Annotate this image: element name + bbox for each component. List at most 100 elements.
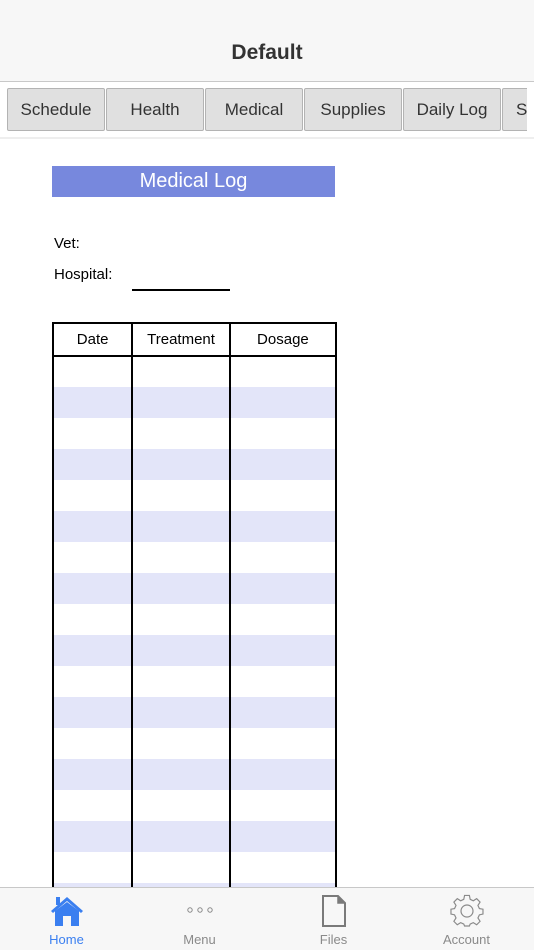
table-row[interactable] [51,542,338,573]
table-row[interactable] [51,821,338,852]
hospital-label: Hospital: [54,266,113,283]
date-cell[interactable] [51,542,134,573]
dosage-cell[interactable] [228,821,338,852]
table-header-row: Date Treatment Dosage [51,322,338,357]
hospital-field[interactable] [132,289,230,291]
dosage-cell[interactable] [228,759,338,790]
treatment-cell[interactable] [131,449,231,480]
treatment-cell[interactable] [131,418,231,449]
date-cell[interactable] [51,728,134,759]
table-row[interactable] [51,573,338,604]
treatment-cell[interactable] [131,480,231,511]
date-cell[interactable] [51,790,134,821]
date-cell[interactable] [51,480,134,511]
date-cell[interactable] [51,759,134,790]
treatment-cell[interactable] [131,356,231,387]
date-cell[interactable] [51,697,134,728]
dosage-cell[interactable] [228,604,338,635]
dosage-cell[interactable] [228,728,338,759]
table-row[interactable] [51,480,338,511]
treatment-cell[interactable] [131,759,231,790]
tab-schedule[interactable]: Schedule [7,88,105,131]
date-cell[interactable] [51,852,134,883]
treatment-cell[interactable] [131,821,231,852]
medical-log-title: Medical Log [52,166,335,197]
date-cell[interactable] [51,449,134,480]
table-row[interactable] [51,852,338,883]
bottom-tab-account[interactable]: Account [400,888,533,951]
table-row[interactable] [51,511,338,542]
medical-log-page[interactable]: Medical Log Vet: Hospital: Date Treatmen… [0,141,534,887]
gear-icon [449,894,484,927]
tab-sy-truncated[interactable]: Sy [502,88,527,131]
table-row[interactable] [51,449,338,480]
table-row[interactable] [51,697,338,728]
section-tabs[interactable]: Schedule Health Medical Supplies Daily L… [0,83,534,139]
bottom-tab-menu-label: Menu [183,932,216,947]
dosage-cell[interactable] [228,542,338,573]
treatment-cell[interactable] [131,790,231,821]
dosage-cell[interactable] [228,356,338,387]
date-cell[interactable] [51,635,134,666]
treatment-cell[interactable] [131,387,231,418]
tab-daily-log[interactable]: Daily Log [403,88,501,131]
bottom-tab-menu[interactable]: Menu [133,888,266,951]
treatment-cell[interactable] [131,573,231,604]
column-header-dosage: Dosage [228,322,338,357]
bottom-tab-files-label: Files [319,932,348,947]
treatment-cell[interactable] [131,511,231,542]
table-row[interactable] [51,356,338,387]
treatment-cell[interactable] [131,635,231,666]
dosage-cell[interactable] [228,511,338,542]
dosage-cell[interactable] [228,635,338,666]
file-icon [321,895,346,927]
dosage-cell[interactable] [228,387,338,418]
treatment-cell[interactable] [131,604,231,635]
dosage-cell[interactable] [228,697,338,728]
dosage-cell[interactable] [228,418,338,449]
table-row[interactable] [51,790,338,821]
tab-supplies[interactable]: Supplies [304,88,402,131]
treatment-cell[interactable] [131,697,231,728]
bottom-tab-account-label: Account [443,932,490,947]
bottom-tab-files[interactable]: Files [267,888,400,951]
dosage-cell[interactable] [228,449,338,480]
date-cell[interactable] [51,604,134,635]
home-icon [50,897,83,926]
table-row[interactable] [51,635,338,666]
column-header-date: Date [51,322,134,357]
table-row[interactable] [51,728,338,759]
section-tabs-scroller[interactable]: Schedule Health Medical Supplies Daily L… [7,88,527,132]
page-title: Default [231,41,303,64]
dosage-cell[interactable] [228,790,338,821]
dosage-cell[interactable] [228,666,338,697]
vet-label: Vet: [54,235,80,252]
date-cell[interactable] [51,666,134,697]
table-row[interactable] [51,418,338,449]
date-cell[interactable] [51,821,134,852]
date-cell[interactable] [51,356,134,387]
treatment-cell[interactable] [131,728,231,759]
medical-log-table: Date Treatment Dosage [51,322,338,887]
date-cell[interactable] [51,418,134,449]
more-dots-icon [186,907,213,913]
bottom-tab-home[interactable]: Home [0,888,133,951]
dosage-cell[interactable] [228,480,338,511]
navigation-bar: Default [0,0,534,82]
treatment-cell[interactable] [131,542,231,573]
dosage-cell[interactable] [228,852,338,883]
table-row[interactable] [51,604,338,635]
treatment-cell[interactable] [131,852,231,883]
tab-health[interactable]: Health [106,88,204,131]
bottom-tab-home-label: Home [49,932,84,947]
date-cell[interactable] [51,387,134,418]
table-row[interactable] [51,759,338,790]
table-row[interactable] [51,387,338,418]
date-cell[interactable] [51,511,134,542]
bottom-tab-bar: Home Menu Files Account [0,887,534,950]
table-row[interactable] [51,666,338,697]
dosage-cell[interactable] [228,573,338,604]
tab-medical[interactable]: Medical [205,88,303,131]
date-cell[interactable] [51,573,134,604]
treatment-cell[interactable] [131,666,231,697]
